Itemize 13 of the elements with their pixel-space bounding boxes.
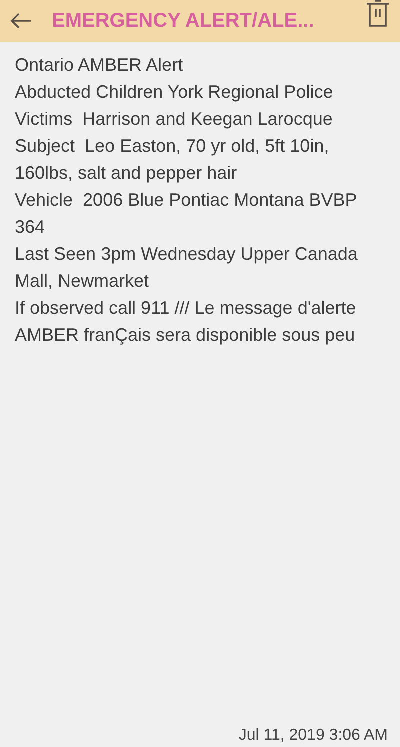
alert-title: EMERGENCY ALERT/ALE... — [52, 10, 314, 32]
delete-button[interactable] — [366, 0, 390, 28]
message-text: Abducted Children York Regional Police — [15, 81, 334, 104]
message-text: Vehicle 2006 Blue Pontiac Montana BVBP 364 — [15, 189, 358, 239]
message-text: If observed call 911 /// Le message d'alerte AMBER franÇais sera disponible sous peu — [15, 297, 358, 347]
message-text: Last Seen 3pm Wednesday Upper Canada Mall, Newmarket — [15, 243, 359, 293]
back-arrow-icon — [10, 12, 32, 30]
message-text: Victims Harrison and Keegan Larocque — [15, 108, 334, 131]
message-text: Ontario AMBER Alert — [15, 54, 184, 77]
back-button[interactable] — [10, 12, 32, 30]
message-text: Subject Leo Easton, 70 yr old, 5ft 10in, 160lbs, salt and pepper hair — [15, 135, 330, 185]
timestamp: Jul 11, 2019 3:06 AM — [238, 727, 389, 746]
trash-icon — [366, 0, 390, 28]
